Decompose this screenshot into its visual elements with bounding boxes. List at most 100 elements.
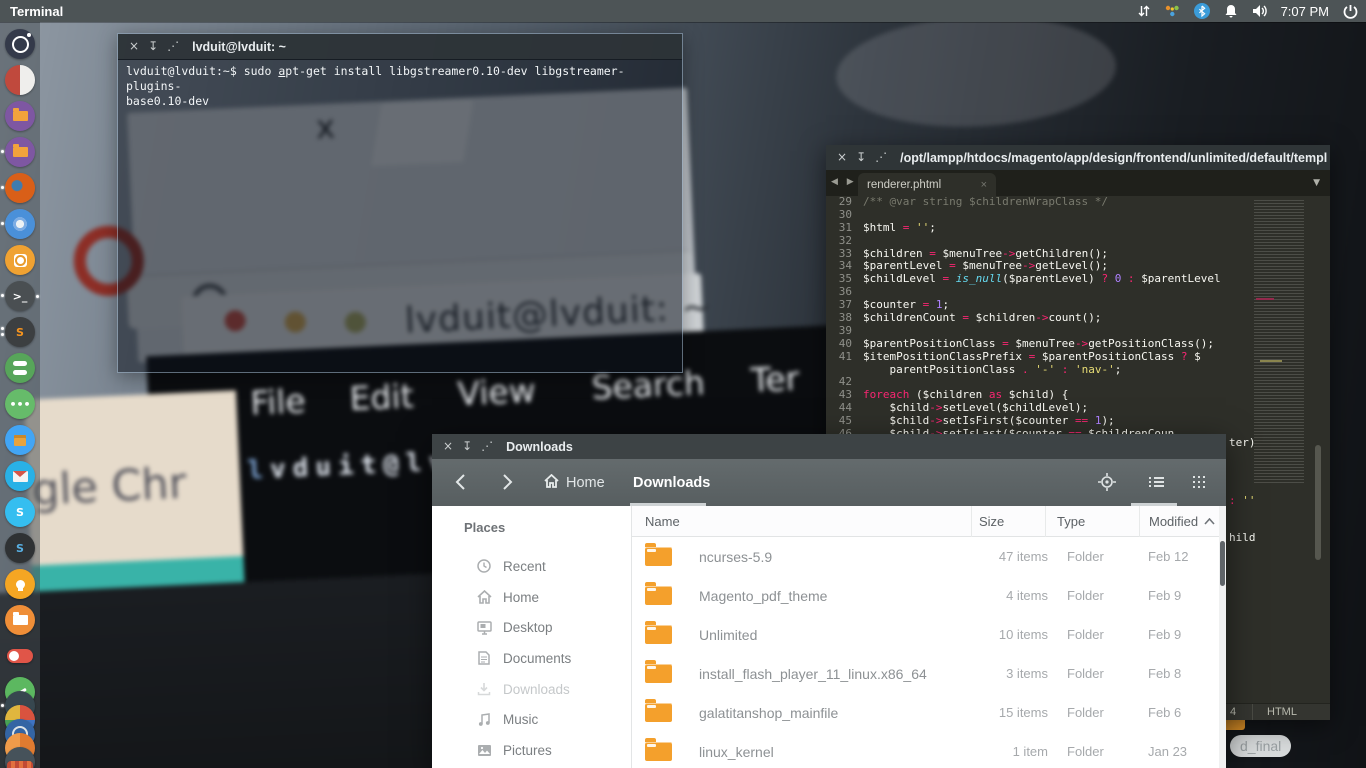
- dock-item-striped-base[interactable]: [7, 761, 33, 768]
- table-row[interactable]: linux_kernel1 itemFolderJan 23: [632, 732, 1219, 768]
- power-icon[interactable]: [1342, 3, 1358, 19]
- panel-app-title: Terminal: [10, 4, 63, 19]
- resize-icon[interactable]: ⋰: [481, 434, 493, 459]
- statusbar-syntax[interactable]: HTML: [1267, 706, 1297, 718]
- column-header-size[interactable]: Size: [971, 506, 1045, 537]
- sidebar-item-music[interactable]: Music: [432, 704, 631, 735]
- editor-tabbar: ◀ ▶ renderer.phtml × ▼: [826, 170, 1330, 196]
- line-number: 42: [826, 376, 852, 389]
- dock-item-documents-app[interactable]: [5, 605, 35, 635]
- desktop-screen: x lvduit@lvduit: ~ FileEditViewSearchTer…: [0, 0, 1366, 768]
- clock-icon: [476, 559, 492, 573]
- terminal-command-line-2: base0.10-dev: [126, 94, 674, 109]
- skype-icon: S: [5, 497, 35, 527]
- code-line: 32: [826, 235, 1222, 248]
- bluetooth-icon[interactable]: [1194, 3, 1210, 19]
- table-row[interactable]: Magento_pdf_theme4 itemsFolderFeb 9: [632, 576, 1219, 615]
- minimap[interactable]: [1254, 200, 1304, 485]
- volume-icon[interactable]: [1252, 3, 1268, 19]
- dock-item-terminal[interactable]: >_: [5, 281, 35, 311]
- file-manager-titlebar[interactable]: × ↧ ⋰ Downloads: [432, 434, 1226, 459]
- dock-item-file-manager-alt[interactable]: [5, 137, 35, 167]
- editor-scrollbar-thumb[interactable]: [1315, 445, 1321, 560]
- code-line: 39: [826, 325, 1222, 338]
- variety-icon[interactable]: [1165, 3, 1181, 19]
- resize-icon[interactable]: ⋰: [875, 145, 887, 170]
- table-row[interactable]: galatitanshop_mainfile15 itemsFolderFeb …: [632, 693, 1219, 732]
- tab-renderer-phtml[interactable]: renderer.phtml ×: [858, 173, 996, 196]
- dock-item-file-manager[interactable]: [5, 101, 35, 131]
- locate-pointer-icon[interactable]: [1094, 469, 1120, 495]
- minimize-icon[interactable]: ↧: [462, 434, 472, 459]
- file-manager-icon: [5, 101, 35, 131]
- folder-icon: [645, 625, 672, 644]
- column-header-name[interactable]: Name: [632, 506, 971, 537]
- sidebar-item-label: Home: [503, 590, 539, 605]
- dock-item-messages[interactable]: •••: [5, 389, 35, 419]
- dock-item-package-manager[interactable]: [5, 425, 35, 455]
- sidebar-item-recent[interactable]: Recent: [432, 551, 631, 582]
- dock-item-system-monitor[interactable]: [5, 65, 35, 95]
- file-type: Folder: [1056, 705, 1139, 720]
- dock-item-sublime-text[interactable]: S: [5, 317, 35, 347]
- table-row[interactable]: ncurses-5.947 itemsFolderFeb 12: [632, 537, 1219, 576]
- sidebar-item-downloads[interactable]: Downloads: [432, 674, 631, 705]
- minimize-icon[interactable]: ↧: [856, 145, 866, 170]
- back-button[interactable]: [447, 469, 473, 495]
- tab-dropdown-icon[interactable]: ▼: [1313, 178, 1320, 188]
- close-icon[interactable]: ×: [837, 145, 847, 170]
- code-line: 44 $child->setLevel($childLevel);: [826, 402, 1222, 415]
- sidebar-item-label: Recent: [503, 559, 546, 574]
- dock-item-launcher-ubuntu[interactable]: [5, 29, 35, 59]
- dock-item-switch-app[interactable]: [7, 641, 33, 671]
- forward-button[interactable]: [494, 469, 520, 495]
- notifications-icon[interactable]: [1223, 3, 1239, 19]
- file-list-scrollbar[interactable]: [1219, 506, 1226, 768]
- photo-menu-word: View: [456, 371, 536, 414]
- list-view-button[interactable]: [1143, 469, 1169, 495]
- dock-item-mail[interactable]: [5, 461, 35, 491]
- dock-item-software-center[interactable]: [5, 245, 35, 275]
- minimize-icon[interactable]: ↧: [148, 34, 158, 59]
- network-arrows-icon[interactable]: [1136, 3, 1152, 19]
- close-icon[interactable]: ×: [443, 434, 453, 459]
- folder-icon: [13, 615, 28, 625]
- terminal-body[interactable]: lvduit@lvduit:~$ sudo apt-get install li…: [118, 59, 682, 372]
- dock-item-settings-toggles[interactable]: [5, 353, 35, 383]
- photo-chrome-text: gle Chr: [31, 459, 187, 516]
- sidebar-item-home[interactable]: Home: [432, 582, 631, 613]
- column-header-modified[interactable]: Modified: [1139, 506, 1219, 537]
- file-list-scrollbar-thumb[interactable]: [1220, 541, 1225, 586]
- tab-nav-arrows-icon[interactable]: ◀ ▶: [831, 177, 857, 187]
- dock-item-idea-app[interactable]: [5, 569, 35, 599]
- breadcrumb-current[interactable]: Downloads: [633, 459, 710, 506]
- file-size: 1 item: [982, 744, 1056, 759]
- terminal-titlebar[interactable]: × ↧ ⋰ lvduit@lvduit: ~: [118, 34, 682, 60]
- terminal-window[interactable]: × ↧ ⋰ lvduit@lvduit: ~ lvduit@lvduit:~$ …: [117, 33, 683, 373]
- chromium-icon: [5, 209, 35, 239]
- sidebar-item-documents[interactable]: Documents: [432, 643, 631, 674]
- sidebar-item-desktop[interactable]: Desktop: [432, 612, 631, 643]
- top-panel: Terminal 7:07 PM: [0, 0, 1366, 22]
- desktop-file-label[interactable]: d_final: [1230, 735, 1291, 757]
- breadcrumb-home[interactable]: Home: [544, 459, 605, 506]
- tab-close-icon[interactable]: ×: [981, 179, 987, 191]
- dock-item-chromium[interactable]: [5, 209, 35, 239]
- column-header-type[interactable]: Type: [1045, 506, 1139, 537]
- table-row[interactable]: install_flash_player_11_linux.x86_643 it…: [632, 654, 1219, 693]
- dock-item-shutter[interactable]: S: [5, 533, 35, 563]
- dock-item-firefox[interactable]: [5, 173, 35, 203]
- code-line: 38$childrenCount = $children->count();: [826, 312, 1222, 325]
- close-icon[interactable]: ×: [129, 34, 139, 59]
- resize-icon[interactable]: ⋰: [167, 34, 179, 59]
- clock[interactable]: 7:07 PM: [1281, 4, 1329, 19]
- sidebar-item-pictures[interactable]: Pictures: [432, 735, 631, 766]
- dock-item-skype[interactable]: S: [5, 497, 35, 527]
- grid-view-button[interactable]: [1186, 469, 1212, 495]
- editor-titlebar[interactable]: × ↧ ⋰ /opt/lampp/htdocs/magento/app/desi…: [826, 145, 1330, 170]
- photo-menu-word: File: [250, 381, 307, 422]
- file-manager-window[interactable]: × ↧ ⋰ Downloads Home Downloads: [432, 434, 1226, 768]
- file-manager-title: Downloads: [506, 440, 573, 454]
- running-indicator: [1, 186, 4, 189]
- table-row[interactable]: Unlimited10 itemsFolderFeb 9: [632, 615, 1219, 654]
